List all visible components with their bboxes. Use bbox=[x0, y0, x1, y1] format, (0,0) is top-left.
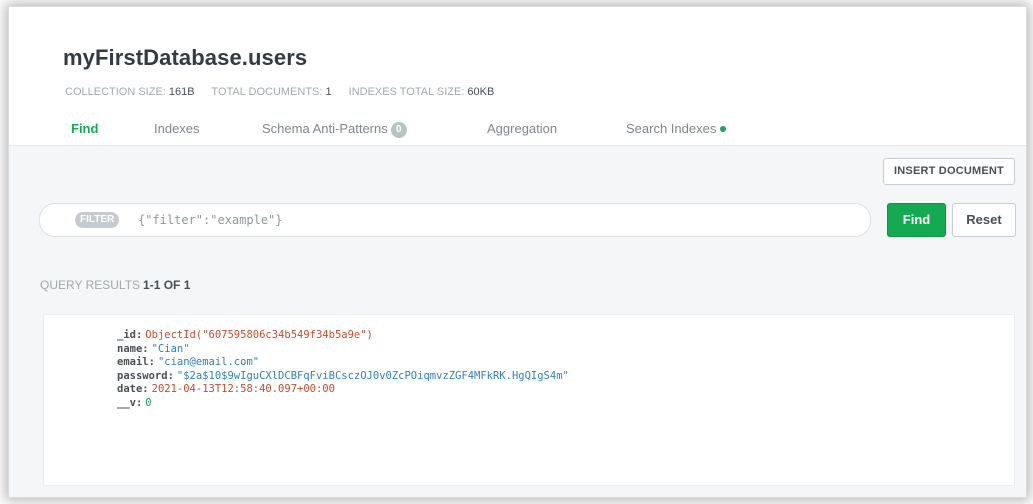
tab-schema-anti-patterns[interactable]: Schema Anti-Patterns 0 bbox=[262, 121, 407, 138]
collection-tabs: Find Indexes Schema Anti-Patterns 0 Aggre… bbox=[9, 117, 1026, 145]
collection-size-stat: Collection size: 161B bbox=[65, 86, 195, 98]
document-fields: _id: ObjectId("607595806c34b549f34b5a9e")… bbox=[117, 329, 569, 410]
filter-badge: FILTER bbox=[75, 212, 120, 228]
query-results-label: Query results 1-1 OF 1 bbox=[40, 278, 190, 292]
tab-aggregation[interactable]: Aggregation bbox=[487, 121, 557, 136]
reset-button[interactable]: Reset bbox=[952, 203, 1016, 237]
tab-indexes[interactable]: Indexes bbox=[154, 121, 200, 136]
field-value[interactable]: "cian@email.com" bbox=[158, 356, 259, 368]
query-results-range: 1-1 OF 1 bbox=[143, 278, 191, 292]
find-button[interactable]: Find bbox=[887, 203, 946, 237]
field-key: date bbox=[117, 383, 143, 395]
field-row-email: email: "cian@email.com" bbox=[117, 356, 260, 368]
field-row-password: password: "$2a$10$9wIguCXlDCBFqFviBCsczOJ… bbox=[117, 369, 569, 382]
tab-schema-anti-patterns-label: Schema Anti-Patterns bbox=[262, 121, 388, 136]
query-results-text: Query results bbox=[40, 278, 141, 292]
tab-find[interactable]: Find bbox=[71, 121, 98, 136]
field-value[interactable]: ObjectId("607595806c34b549f34b5a9e") bbox=[145, 329, 373, 341]
field-key: __v bbox=[117, 396, 136, 409]
field-key: password bbox=[117, 369, 168, 382]
filter-bar[interactable]: FILTER {"filter":"example"} bbox=[39, 203, 871, 237]
tab-search-indexes[interactable]: Search Indexes bbox=[626, 121, 727, 136]
status-dot-icon bbox=[720, 126, 727, 132]
field-row-name: name: "Cian" bbox=[117, 342, 190, 355]
indexes-size-stat: Indexes total size: 60KB bbox=[348, 86, 495, 98]
collection-title: myFirstDatabase.users bbox=[63, 45, 308, 70]
documents-view: Insert Document FILTER {"filter":"exampl… bbox=[9, 146, 1026, 497]
anti-patterns-count-badge: 0 bbox=[390, 122, 407, 138]
filter-input[interactable]: {"filter":"example"} bbox=[138, 212, 838, 228]
collection-stats: Collection size: 161B Total documents: 1 I… bbox=[65, 86, 508, 98]
collection-header: myFirstDatabase.users Collection size: 16… bbox=[9, 7, 1026, 146]
compass-collection-window: myFirstDatabase.users Collection size: 16… bbox=[8, 6, 1027, 498]
field-key: email bbox=[117, 356, 149, 368]
field-value[interactable]: 2021-04-13T12:58:40.097+00:00 bbox=[152, 383, 335, 395]
insert-document-button[interactable]: Insert Document bbox=[883, 158, 1015, 185]
field-row-id: _id: ObjectId("607595806c34b549f34b5a9e") bbox=[117, 329, 373, 341]
document-card[interactable]: _id: ObjectId("607595806c34b549f34b5a9e")… bbox=[43, 314, 1015, 486]
field-value[interactable]: "$2a$10$9wIguCXlDCBFqFviBCsczOJ0v0ZcPOiq… bbox=[177, 370, 569, 382]
tab-search-indexes-label: Search Indexes bbox=[626, 121, 717, 136]
field-key: _id bbox=[117, 329, 136, 341]
field-row-date: date: 2021-04-13T12:58:40.097+00:00 bbox=[117, 383, 335, 395]
field-key: name bbox=[117, 342, 143, 355]
field-value[interactable]: 0 bbox=[145, 397, 151, 409]
field-row-version: __v: 0 bbox=[117, 396, 152, 409]
field-value[interactable]: "Cian" bbox=[152, 343, 190, 355]
total-documents-stat: Total documents: 1 bbox=[211, 86, 332, 98]
